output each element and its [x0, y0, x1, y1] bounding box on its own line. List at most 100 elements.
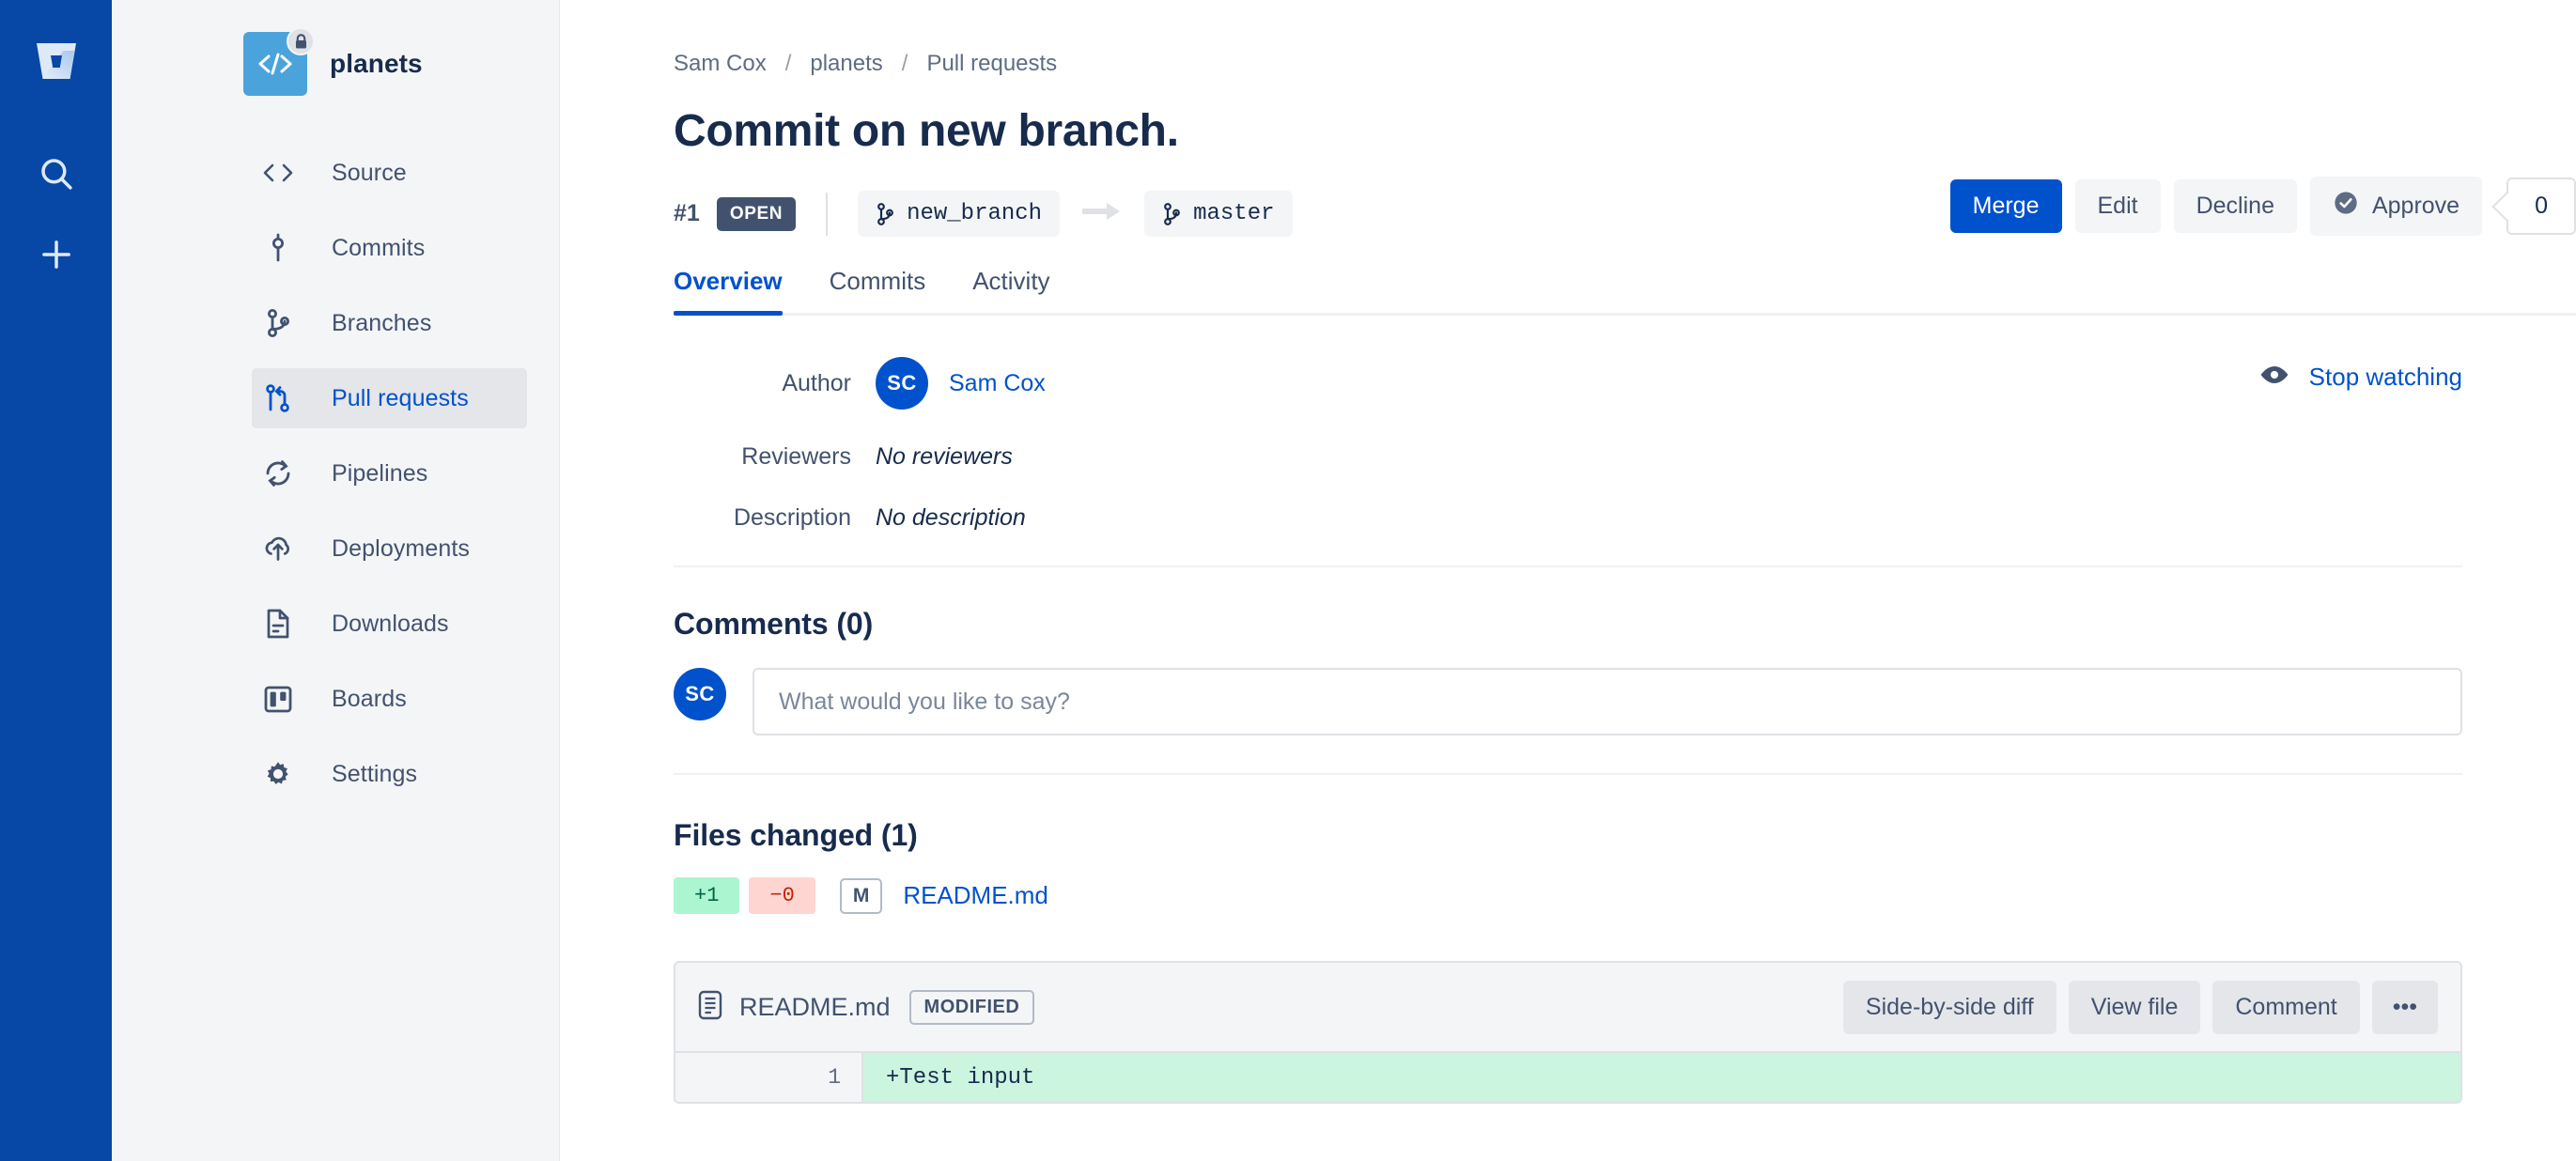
- author-name-link[interactable]: Sam Cox: [949, 370, 1046, 397]
- files-changed-heading: Files changed (1): [674, 818, 918, 852]
- approve-button-label: Approve: [2371, 193, 2460, 219]
- comment-composer: SC: [674, 668, 2576, 735]
- additions-badge: +1: [674, 877, 740, 914]
- breadcrumb-item-repo[interactable]: planets: [810, 51, 882, 77]
- sidebar-item-label: Boards: [332, 685, 407, 712]
- sidebar-item-label: Source: [332, 159, 407, 186]
- breadcrumb-separator: /: [901, 51, 908, 76]
- deletions-badge: −0: [749, 877, 815, 914]
- sidebar-item-label: Branches: [332, 309, 432, 336]
- sidebar-item-commits[interactable]: Commits: [252, 218, 527, 278]
- sidebar-item-label: Pipelines: [332, 459, 428, 487]
- breadcrumb: Sam Cox / planets / Pull requests: [674, 51, 2576, 77]
- arrow-right-icon: [1080, 199, 1124, 228]
- description-row: Description No description: [674, 504, 2576, 532]
- description-value: No description: [876, 504, 1026, 531]
- breadcrumb-item-pull-requests[interactable]: Pull requests: [926, 51, 1057, 77]
- sidebar-item-downloads[interactable]: Downloads: [252, 594, 527, 654]
- boards-icon: [256, 684, 300, 714]
- source-branch-name: new_branch: [907, 201, 1043, 226]
- sidebar-item-label: Pull requests: [332, 384, 469, 411]
- file-icon: [698, 990, 722, 1025]
- divider: [674, 565, 2462, 567]
- reviewers-row: Reviewers No reviewers: [674, 443, 2576, 471]
- pull-request-meta: Author SC Sam Cox Reviewers No reviewers…: [674, 357, 2576, 532]
- breadcrumb-separator: /: [784, 51, 792, 76]
- pull-request-icon: [256, 382, 300, 414]
- repository-avatar: [243, 27, 315, 96]
- approve-button[interactable]: Approve: [2309, 177, 2483, 236]
- diff-file-name: README.md: [739, 992, 891, 1021]
- gear-icon: [256, 759, 300, 789]
- stop-watching-label: Stop watching: [2308, 363, 2462, 391]
- eye-icon: [2258, 364, 2290, 390]
- tab-activity[interactable]: Activity: [972, 267, 1049, 313]
- tab-commits[interactable]: Commits: [830, 267, 926, 313]
- decline-button[interactable]: Decline: [2173, 179, 2297, 233]
- sidebar-item-label: Deployments: [332, 534, 470, 562]
- page-title: Commit on new branch.: [674, 106, 1179, 156]
- author-label: Author: [782, 369, 851, 396]
- comments-heading: Comments (0): [674, 607, 874, 641]
- branch-icon: [877, 202, 893, 225]
- reviewers-label: Reviewers: [741, 443, 851, 470]
- branch-icon: [256, 307, 300, 339]
- status-badge: OPEN: [716, 196, 797, 231]
- main-content: Sam Cox / planets / Pull requests Commit…: [560, 0, 2576, 1161]
- repository-name: planets: [330, 49, 423, 78]
- diff-line: 1 +Test input: [675, 1053, 2460, 1102]
- edit-button[interactable]: Edit: [2074, 179, 2161, 233]
- files-changed-section: Files changed (1) +1 −0 M README.md: [674, 818, 2576, 914]
- comment-input[interactable]: [753, 668, 2462, 735]
- repository-sidebar: planets Source Commits Branches Pull req…: [112, 0, 560, 1161]
- repository-header[interactable]: planets: [112, 21, 559, 107]
- deployments-cloud-icon: [256, 534, 300, 563]
- side-by-side-diff-button[interactable]: Side-by-side diff: [1842, 980, 2056, 1034]
- reviewers-value: No reviewers: [876, 443, 1013, 470]
- create-icon[interactable]: [23, 222, 89, 287]
- global-navigation-rail: [0, 0, 112, 1161]
- source-branch-pill[interactable]: new_branch: [858, 191, 1061, 237]
- sidebar-item-pull-requests[interactable]: Pull requests: [252, 368, 527, 428]
- diff-panel: README.md MODIFIED Side-by-side diff Vie…: [674, 961, 2462, 1104]
- avatar: SC: [674, 668, 726, 720]
- diff-header: README.md MODIFIED Side-by-side diff Vie…: [675, 963, 2460, 1053]
- sidebar-item-boards[interactable]: Boards: [252, 669, 527, 729]
- branch-icon: [1164, 202, 1180, 225]
- sidebar-item-branches[interactable]: Branches: [252, 293, 527, 353]
- tab-overview[interactable]: Overview: [674, 267, 783, 316]
- divider: [826, 192, 829, 236]
- comment-button[interactable]: Comment: [2212, 980, 2360, 1034]
- description-label: Description: [733, 504, 851, 531]
- destination-branch-pill[interactable]: master: [1144, 191, 1293, 237]
- more-options-icon[interactable]: •••: [2371, 980, 2438, 1034]
- destination-branch-name: master: [1193, 201, 1275, 226]
- bitbucket-logo-icon[interactable]: [23, 28, 89, 94]
- sidebar-item-deployments[interactable]: Deployments: [252, 519, 527, 579]
- sidebar-item-settings[interactable]: Settings: [252, 744, 527, 804]
- pipelines-icon: [256, 458, 300, 488]
- avatar: SC: [876, 357, 928, 410]
- diff-line-number: 1: [675, 1053, 863, 1102]
- pull-request-actions: Merge Edit Decline Approve 0: [1949, 177, 2576, 236]
- view-file-button[interactable]: View file: [2068, 980, 2201, 1034]
- sidebar-item-label: Settings: [332, 760, 418, 787]
- diff-status-badge: MODIFIED: [908, 989, 1035, 1025]
- sidebar-item-pipelines[interactable]: Pipelines: [252, 443, 527, 503]
- merge-button[interactable]: Merge: [1949, 179, 2062, 233]
- sidebar-item-source[interactable]: Source: [252, 143, 527, 203]
- search-icon[interactable]: [23, 141, 89, 207]
- sidebar-item-label: Downloads: [332, 610, 449, 637]
- file-link[interactable]: README.md: [903, 881, 1048, 910]
- comments-section: Comments (0) SC: [674, 607, 2576, 735]
- breadcrumb-item-owner[interactable]: Sam Cox: [674, 51, 767, 77]
- file-summary-row: +1 −0 M README.md: [674, 877, 2576, 914]
- downloads-file-icon: [256, 608, 300, 640]
- lock-icon: [287, 27, 315, 55]
- pull-request-id: #1: [674, 200, 700, 226]
- approve-count-badge[interactable]: 0: [2506, 178, 2576, 235]
- stop-watching-button[interactable]: Stop watching: [2258, 363, 2462, 392]
- status-letter-badge: M: [839, 877, 883, 914]
- divider: [674, 773, 2462, 775]
- code-icon: [256, 162, 300, 184]
